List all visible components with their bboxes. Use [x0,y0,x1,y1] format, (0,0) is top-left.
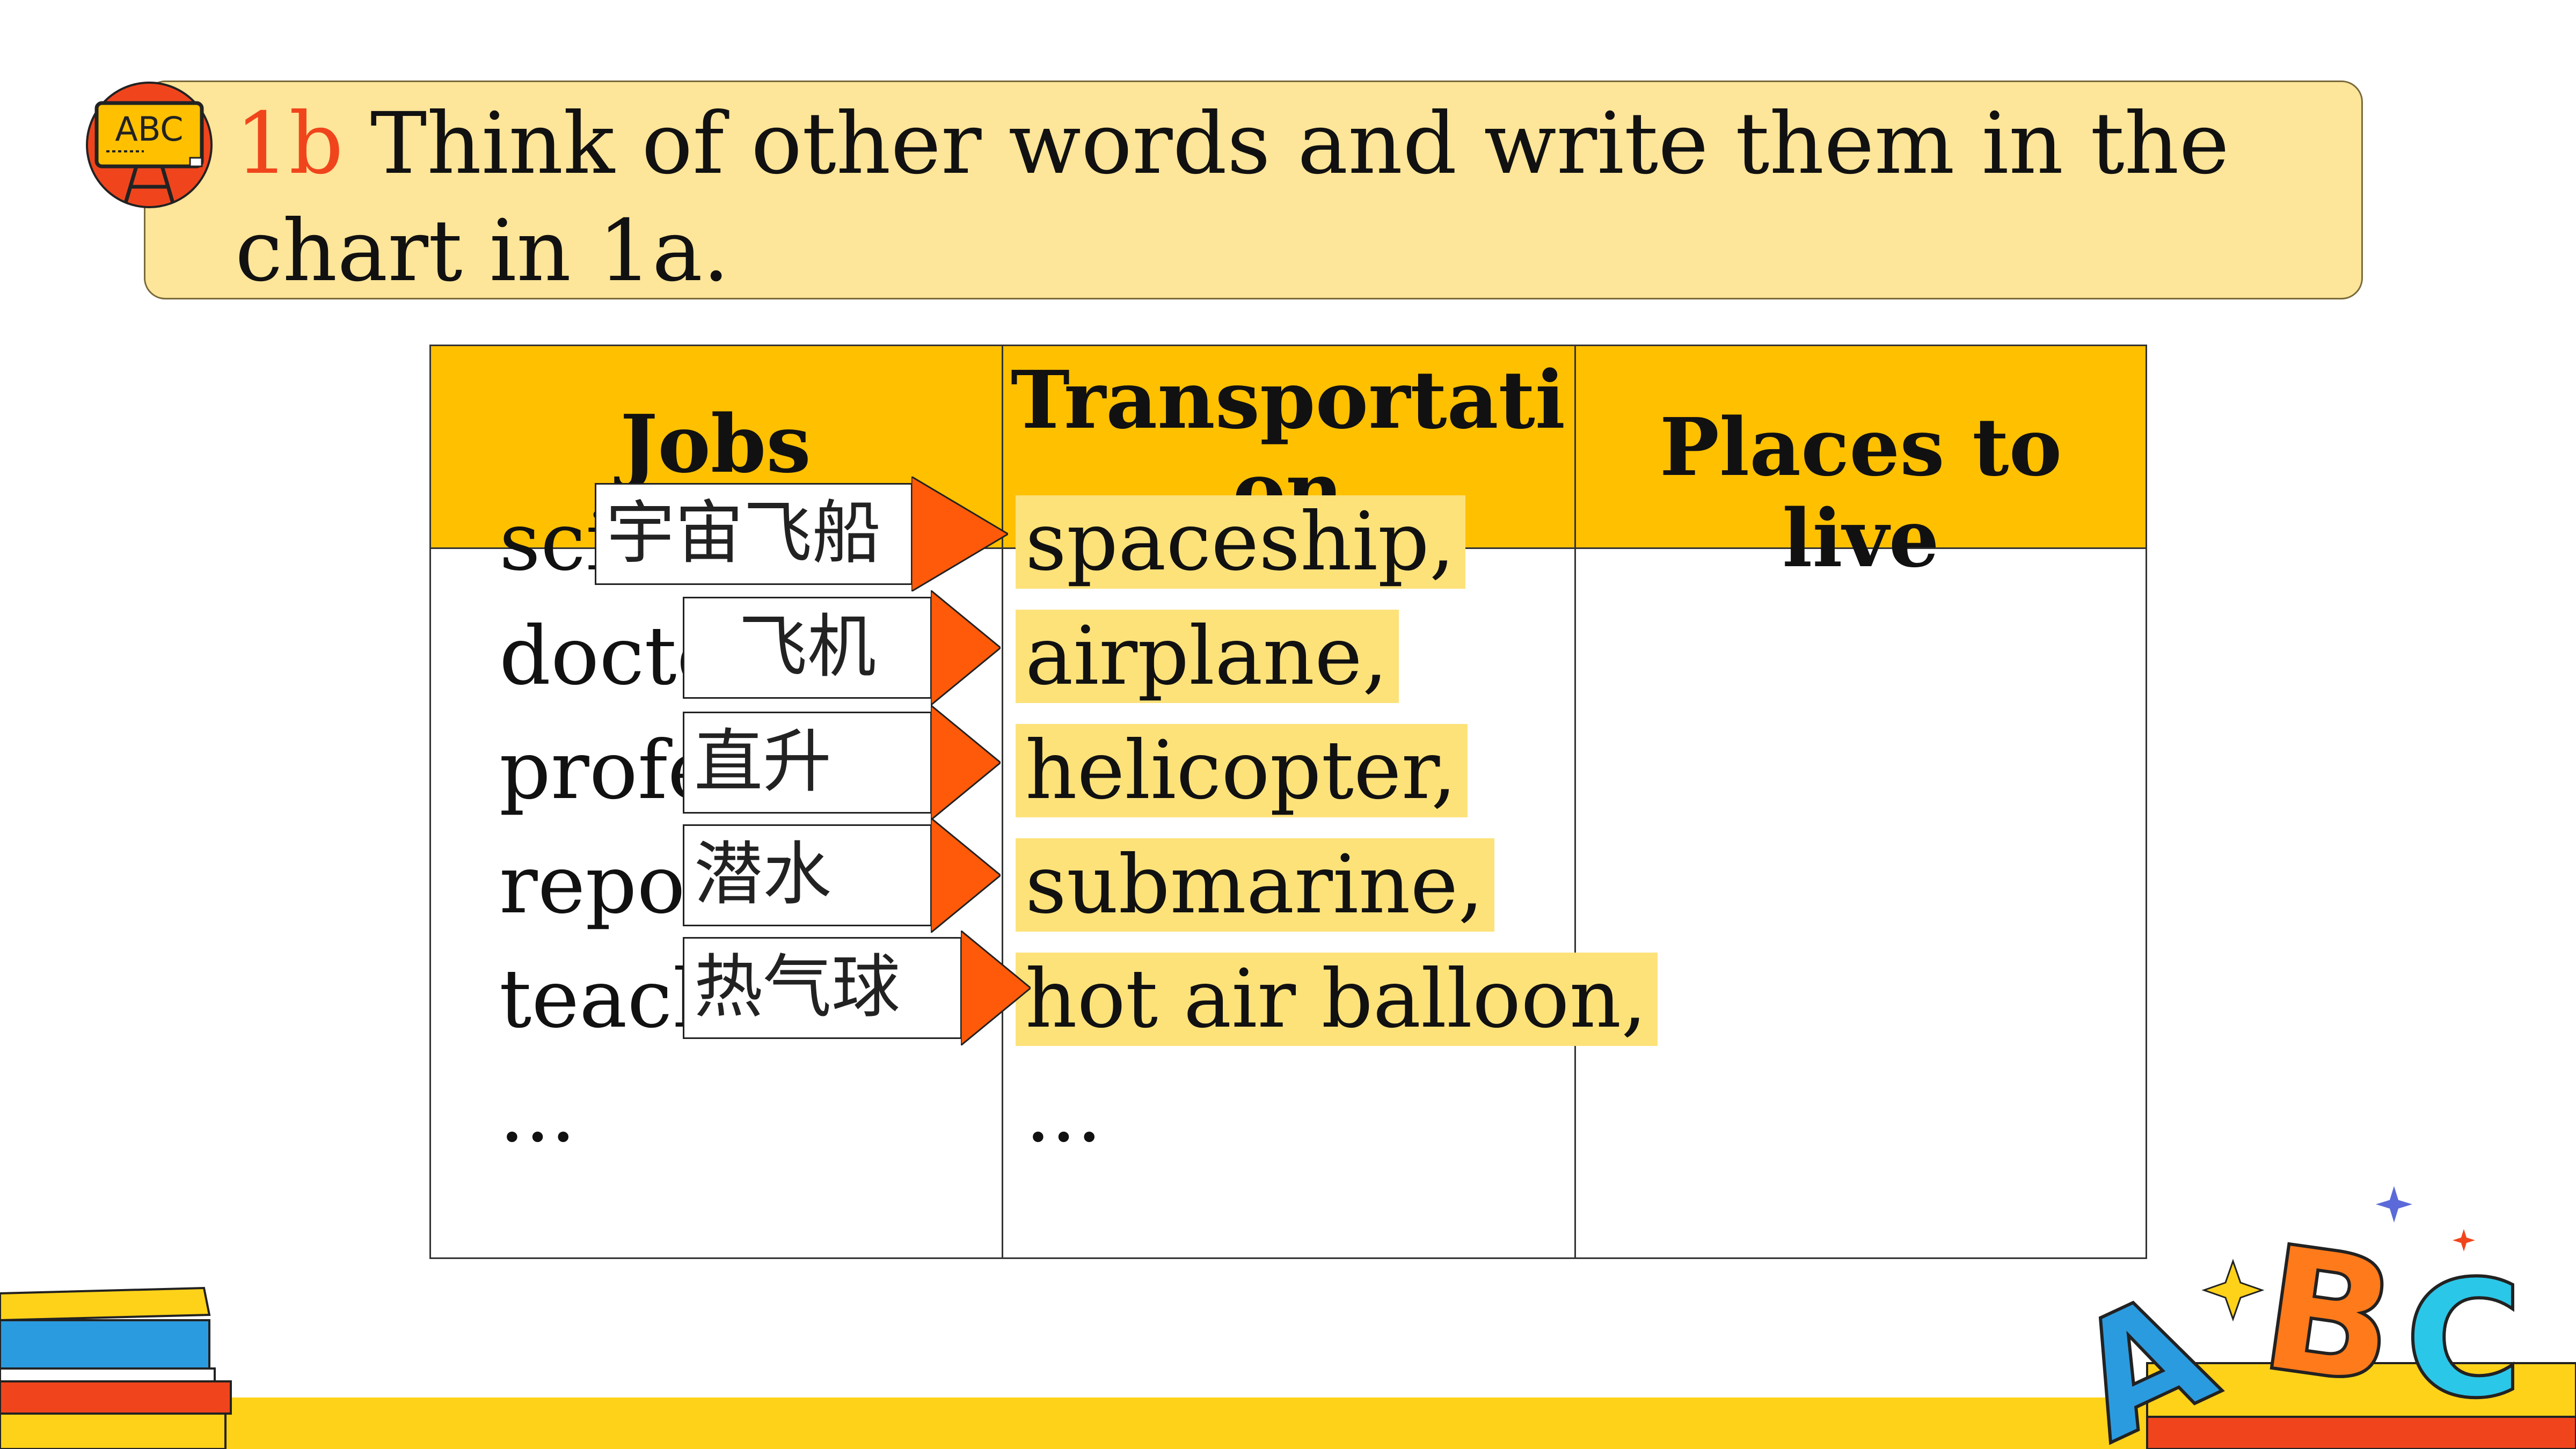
instruction-heading: 1b Think of other words and write them i… [235,90,2275,305]
badge-text: ABC [115,109,183,149]
highlighted-word: hot air balloon, [1016,953,1658,1046]
header-jobs: Jobs [620,397,811,491]
list-item: hot air balloon, [1016,948,1658,1063]
sparkle-icon [2201,1258,2265,1322]
arrow-right-icon [931,590,1001,705]
list-item: ... [499,1067,577,1160]
instruction-text: Think of other words and write them in t… [235,94,2230,301]
callout-label: 热气球 [683,937,962,1039]
list-item: spaceship, [1016,491,1658,605]
book-stack-icon [0,1286,232,1449]
letter-c: C [2405,1246,2523,1433]
highlighted-word: airplane, [1016,610,1399,703]
callout-label: 直升 [683,712,932,814]
sparkle-icon [2376,1186,2412,1223]
list-item: submarine, [1016,834,1658,948]
highlighted-word: submarine, [1016,838,1495,932]
abc-blocks-decoration: A B C [2050,1186,2576,1449]
column-divider [1002,549,1003,1257]
arrow-right-icon [931,818,1001,933]
list-item: helicopter, [1016,720,1658,834]
callout-label: 潜水 [683,824,932,926]
callout-label: 飞机 [683,597,932,699]
header-places-to-live: Places to live [1659,400,2062,585]
arrow-right-icon [911,477,1008,591]
transportation-list: spaceship, airplane, helicopter, submari… [1016,491,1658,1177]
letter-a: A [2050,1255,2240,1449]
list-item: ... [1025,1067,1103,1160]
list-item: airplane, [1016,605,1658,720]
arrow-right-icon [931,705,1001,820]
highlighted-word: spaceship, [1016,495,1466,589]
abc-board-icon: ABC [86,82,213,208]
highlighted-word: helicopter, [1016,724,1468,817]
arrow-right-icon [961,931,1031,1045]
exercise-tag: 1b [235,94,344,193]
letter-b: B [2250,1209,2407,1424]
callout-label: 宇宙飞船 [595,483,913,585]
